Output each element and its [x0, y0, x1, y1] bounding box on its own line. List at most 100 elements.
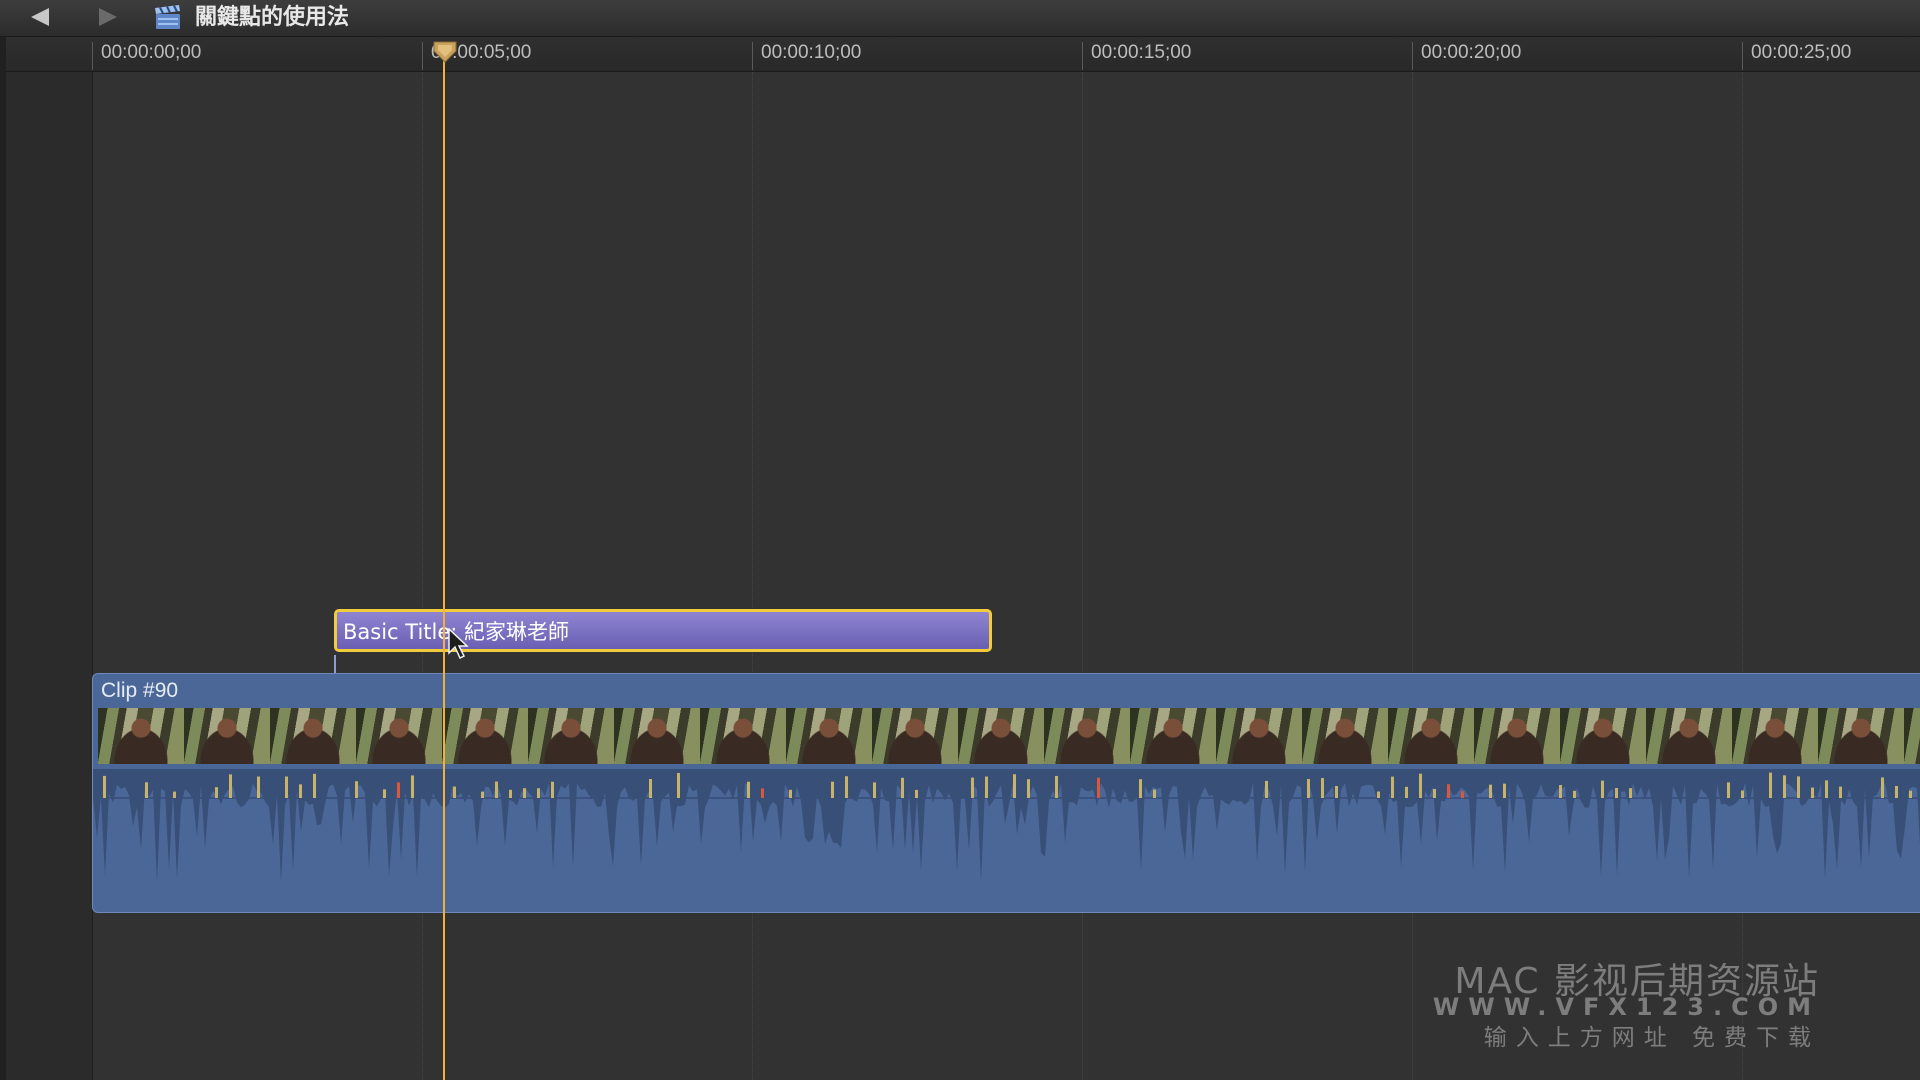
filmstrip-thumbnails — [98, 708, 1920, 764]
filmstrip-frame — [958, 708, 1045, 764]
waveform-peak — [761, 788, 764, 798]
timecode-ruler[interactable] — [6, 37, 1920, 72]
waveform-peak — [1629, 788, 1632, 798]
waveform-peak — [1391, 776, 1394, 798]
waveform-peak — [1265, 780, 1268, 798]
waveform-peak — [509, 789, 512, 798]
waveform-peak — [1783, 775, 1786, 798]
waveform-peak — [1601, 780, 1604, 798]
filmstrip-frame — [98, 708, 185, 764]
waveform-peak — [1433, 788, 1436, 798]
waveform-peak — [481, 791, 484, 798]
mouse-cursor-icon — [448, 628, 469, 660]
clip-name: Clip #90 — [101, 679, 179, 702]
ruler-tick — [92, 42, 93, 70]
waveform-peak — [747, 781, 750, 798]
waveform-peak — [1741, 790, 1744, 798]
filmstrip-frame — [528, 708, 615, 764]
filmstrip-frame — [184, 708, 271, 764]
filmstrip-frame — [1818, 708, 1905, 764]
waveform-peak — [1503, 783, 1506, 798]
waveform-peak — [537, 788, 540, 798]
waveform-peak — [397, 782, 400, 798]
waveform-peak — [845, 776, 848, 798]
waveform-peak — [1797, 776, 1800, 798]
forward-arrow-icon[interactable] — [90, 4, 126, 30]
waveform-peak — [383, 789, 386, 798]
filmstrip-frame — [786, 708, 873, 764]
ruler-label: 00:00:10;00 — [761, 42, 862, 63]
grid-line — [1742, 72, 1743, 1080]
ruler-label: 00:00:25;00 — [1751, 42, 1852, 63]
ruler-tick — [422, 42, 423, 70]
waveform-peak — [1153, 789, 1156, 798]
grid-line — [1082, 72, 1083, 1080]
filmstrip-frame — [1044, 708, 1131, 764]
watermark-url: WWW.VFX123.COM — [1432, 993, 1820, 1021]
waveform-peak — [649, 779, 652, 798]
waveform-peak — [103, 775, 106, 798]
grid-line — [752, 72, 753, 1080]
playhead[interactable] — [443, 45, 445, 1080]
waveform-peak — [1769, 772, 1772, 798]
waveform-peak — [1335, 785, 1338, 798]
waveform-peak — [285, 776, 288, 798]
filmstrip-frame — [1560, 708, 1647, 764]
filmstrip-frame — [614, 708, 701, 764]
waveform-peak — [215, 787, 218, 798]
clapperboard-icon — [154, 5, 182, 30]
filmstrip-frame — [1302, 708, 1389, 764]
waveform-peak — [1139, 779, 1142, 798]
waveform-peak — [1307, 779, 1310, 798]
waveform-peak — [789, 789, 792, 798]
waveform-peak — [1895, 785, 1898, 798]
ruler-label: 00:00:20;00 — [1421, 42, 1522, 63]
waveform-peak — [1321, 778, 1324, 798]
ruler-tick — [1412, 42, 1413, 70]
waveform-peak — [1881, 777, 1884, 798]
timeline-left-gutter — [0, 37, 93, 1080]
waveform-peak — [1027, 779, 1030, 798]
ruler-tick — [1082, 42, 1083, 70]
ruler-label: 00:00:15;00 — [1091, 42, 1192, 63]
waveform-peak — [1573, 790, 1576, 798]
waveform-peak — [411, 775, 414, 798]
waveform-peak — [1405, 786, 1408, 798]
back-arrow-icon[interactable] — [22, 4, 58, 30]
filmstrip-frame — [872, 708, 959, 764]
waveform-peak — [985, 776, 988, 798]
waveform-peak — [1489, 784, 1492, 798]
waveform-peak — [831, 781, 834, 798]
filmstrip-frame — [1904, 708, 1920, 764]
waveform-peak — [901, 777, 904, 798]
waveform-peak — [173, 791, 176, 798]
grid-line — [422, 72, 423, 1080]
waveform-peak — [523, 788, 526, 798]
waveform-peak — [1615, 787, 1618, 798]
waveform-peak — [1447, 784, 1450, 798]
title-clip[interactable]: Basic Title: 紀家琳老師 — [334, 609, 992, 652]
waveform-peak — [257, 776, 260, 798]
filmstrip-frame — [1130, 708, 1217, 764]
ruler-tick — [1742, 42, 1743, 70]
filmstrip-frame — [356, 708, 443, 764]
grid-line — [1412, 72, 1413, 1080]
waveform-peak — [1055, 775, 1058, 798]
playhead-handle-icon[interactable] — [433, 41, 457, 63]
filmstrip-frame — [270, 708, 357, 764]
waveform-peak — [677, 773, 680, 798]
waveform-peak — [1909, 790, 1912, 798]
waveform-peak — [1559, 785, 1562, 798]
waveform-peak — [1013, 774, 1016, 798]
waveform-peak — [145, 782, 148, 798]
filmstrip-frame — [1388, 708, 1475, 764]
waveform-peak — [229, 774, 232, 798]
waveform-peak — [313, 773, 316, 798]
waveform-peak — [1825, 780, 1828, 798]
waveform-peak — [551, 781, 554, 798]
filmstrip-frame — [442, 708, 529, 764]
waveform-peak — [1377, 791, 1380, 798]
video-clip[interactable]: Clip #90 — [92, 673, 1920, 913]
project-title: 關鍵點的使用法 — [195, 5, 350, 30]
filmstrip-frame — [700, 708, 787, 764]
